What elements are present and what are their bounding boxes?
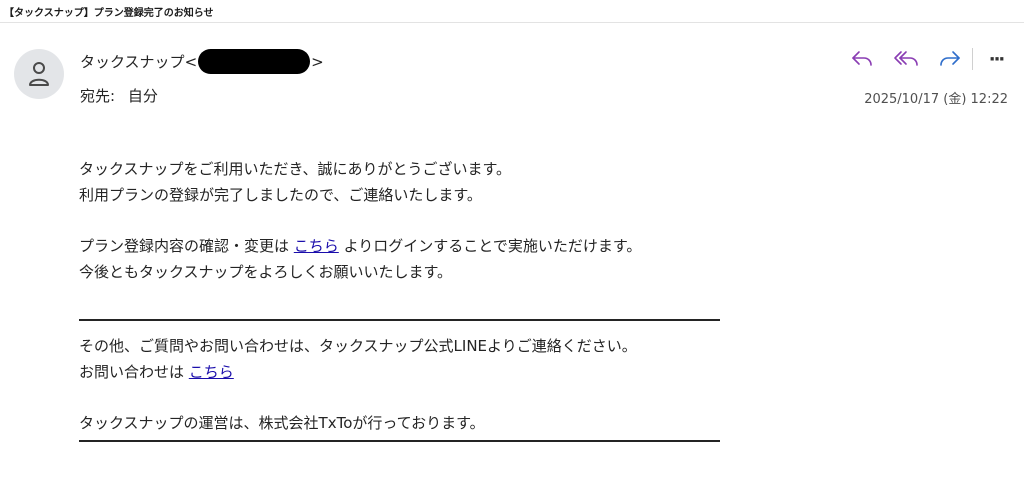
reply-all-button[interactable] bbox=[890, 46, 922, 72]
window-title-bar: 【タックスナップ】プラン登録完了のお知らせ bbox=[0, 0, 1024, 23]
body-line: 利用プランの登録が完了しましたので、ご連絡いたします。 bbox=[79, 186, 482, 204]
message-body: タックスナップをご利用いただき、誠にありがとうございます。 利用プランの登録が完… bbox=[79, 156, 779, 454]
sender-close-bracket: > bbox=[311, 52, 324, 71]
more-button[interactable]: ··· bbox=[980, 46, 1012, 72]
body-line: お問い合わせは こちら bbox=[79, 359, 779, 385]
body-line: その他、ご質問やお問い合わせは、タックスナップ公式LINEよりご連絡ください。 bbox=[79, 337, 637, 355]
reply-all-icon bbox=[894, 51, 918, 66]
body-text: プラン登録内容の確認・変更は bbox=[79, 237, 294, 255]
sender-open-bracket: < bbox=[184, 52, 198, 71]
body-text: お問い合わせは bbox=[79, 363, 189, 381]
forward-icon bbox=[940, 51, 960, 66]
sender-line: タックスナップ < > bbox=[80, 49, 324, 74]
reply-icon bbox=[852, 51, 872, 66]
window-title: 【タックスナップ】プラン登録完了のお知らせ bbox=[4, 8, 214, 19]
sent-date: 2025/10/17 (金) 12:22 bbox=[864, 92, 1008, 107]
sender-avatar[interactable] bbox=[14, 49, 64, 99]
body-text: よりログインすることで実施いただけます。 bbox=[338, 237, 642, 255]
forward-button[interactable] bbox=[934, 46, 966, 72]
separator-rule bbox=[79, 319, 720, 321]
body-line: タックスナップの運営は、株式会社TxToが行っております。 bbox=[79, 414, 485, 432]
message-actions: ··· bbox=[846, 46, 1016, 72]
reply-button[interactable] bbox=[846, 46, 878, 72]
login-link[interactable]: こちら bbox=[294, 237, 339, 255]
contact-link[interactable]: こちら bbox=[189, 363, 234, 381]
more-icon: ··· bbox=[988, 48, 1005, 70]
body-line: プラン登録内容の確認・変更は こちら よりログインすることで実施いただけます。 bbox=[79, 233, 779, 259]
to-label: 宛先: bbox=[80, 87, 116, 105]
redacted-email bbox=[198, 49, 311, 74]
to-value[interactable]: 自分 bbox=[128, 87, 158, 105]
actions-divider bbox=[972, 48, 973, 70]
separator-rule bbox=[79, 440, 720, 442]
recipient-line: 宛先: 自分 bbox=[80, 85, 158, 106]
body-line: タックスナップをご利用いただき、誠にありがとうございます。 bbox=[79, 160, 512, 178]
person-icon bbox=[29, 62, 49, 86]
sender-name[interactable]: タックスナップ bbox=[80, 51, 185, 72]
body-line: 今後ともタックスナップをよろしくお願いいたします。 bbox=[79, 263, 453, 281]
